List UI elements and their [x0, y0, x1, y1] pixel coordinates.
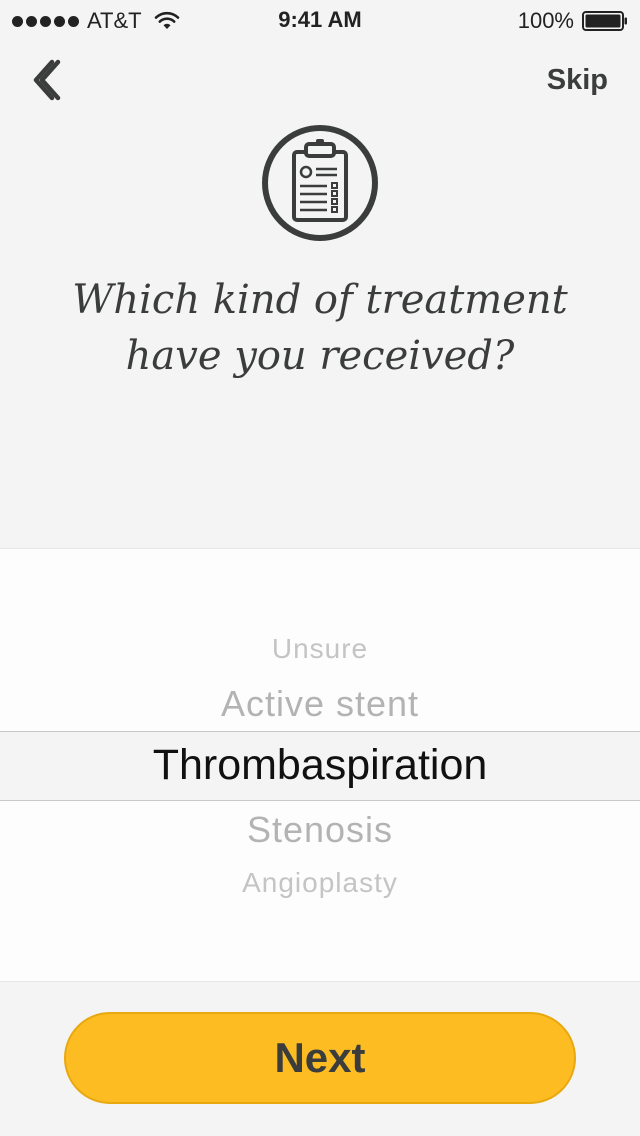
back-button[interactable] — [28, 56, 68, 104]
chevron-left-icon — [33, 59, 61, 101]
question-line-1: Which kind of treatment — [72, 277, 568, 323]
picker-option-stenosis[interactable]: Stenosis — [0, 809, 640, 851]
skip-button[interactable]: Skip — [547, 64, 608, 97]
question-line-2: have you received? — [125, 333, 515, 379]
status-bar: AT&T 9:41 AM 100% — [0, 0, 640, 40]
question-heading: Which kind of treatment have you receive… — [40, 272, 600, 384]
treatment-picker[interactable]: Unsure Active stent Thrombaspiration Ste… — [0, 548, 640, 982]
picker-option-thrombaspiration[interactable]: Thrombaspiration — [0, 741, 640, 790]
battery-icon — [582, 11, 627, 31]
next-button[interactable]: Next — [64, 1012, 576, 1104]
status-right: 100% — [518, 8, 628, 34]
picker-option-active-stent[interactable]: Active stent — [0, 683, 640, 725]
clipboard-icon — [262, 125, 378, 241]
picker-option-angioplasty[interactable]: Angioplasty — [0, 867, 640, 899]
battery-percentage: 100% — [517, 8, 574, 33]
picker-option-unsure[interactable]: Unsure — [0, 633, 640, 665]
